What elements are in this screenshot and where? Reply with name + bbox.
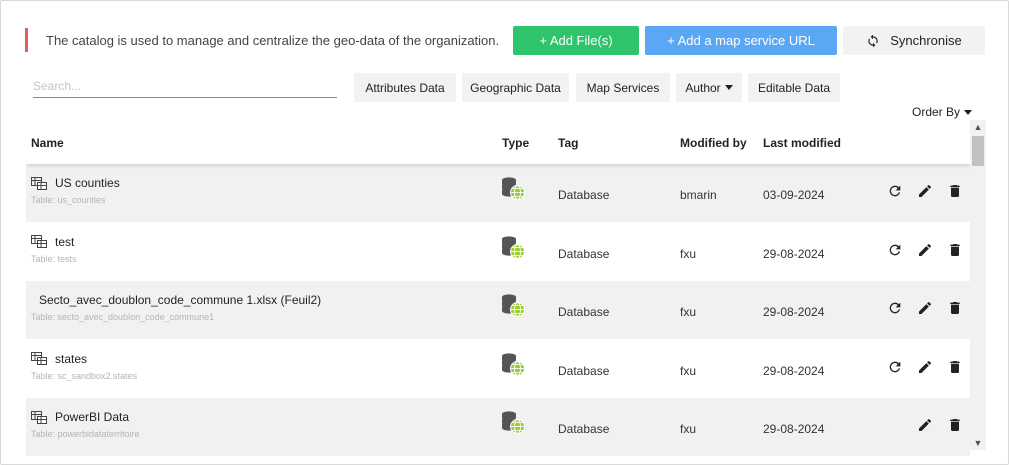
- table-row[interactable]: US counties Table: us_counties Database bma…: [26, 164, 970, 222]
- trash-icon[interactable]: [947, 359, 963, 375]
- table-icon: [31, 235, 47, 248]
- row-last-modified: 03-09-2024: [763, 188, 825, 202]
- row-name-label: test: [55, 234, 75, 249]
- row-subtitle: Table: powerbidataterritoire: [31, 429, 140, 439]
- database-globe-icon: [502, 294, 525, 317]
- row-last-modified: 29-08-2024: [763, 305, 825, 319]
- row-modified-by: fxu: [680, 363, 697, 378]
- row-last-modified: 29-08-2024: [763, 363, 825, 378]
- column-header-type[interactable]: Type: [502, 136, 529, 150]
- table-icon: [31, 176, 47, 190]
- table-icon: [31, 410, 47, 424]
- filter-author-dropdown[interactable]: Author: [676, 73, 742, 102]
- catalog-panel: The catalog is used to manage and centra…: [0, 0, 1009, 465]
- info-text: The catalog is used to manage and centra…: [46, 32, 500, 48]
- add-map-service-button[interactable]: + Add a map service URL: [645, 26, 837, 55]
- table-header: Name Type Tag Modified by Last modified: [26, 120, 970, 164]
- filter-map-services[interactable]: Map Services: [576, 73, 670, 102]
- row-name[interactable]: Secto_avec_doublon_code_commune 1.xlsx (…: [39, 293, 321, 307]
- info-accent-bar: [25, 28, 28, 52]
- column-header-name[interactable]: Name: [31, 136, 64, 150]
- order-by-dropdown[interactable]: Order By: [912, 105, 973, 119]
- scroll-up-arrow[interactable]: ▲: [970, 120, 986, 134]
- refresh-icon[interactable]: [887, 359, 903, 375]
- refresh-icon[interactable]: [887, 300, 903, 316]
- pencil-icon[interactable]: [917, 300, 933, 316]
- add-file-button[interactable]: + Add File(s): [513, 26, 639, 55]
- refresh-icon[interactable]: [887, 183, 903, 199]
- table-row[interactable]: Secto_avec_doublon_code_commune 1.xlsx (…: [26, 281, 970, 339]
- caret-down-icon: [964, 109, 973, 115]
- row-name-label: PowerBI Data: [55, 410, 130, 424]
- column-header-last-modified[interactable]: Last modified: [763, 136, 841, 150]
- database-globe-icon: [502, 177, 525, 200]
- row-subtitle: Table: tests: [31, 253, 77, 264]
- filter-author-label: Author: [685, 80, 721, 95]
- pencil-icon[interactable]: [917, 359, 933, 375]
- row-name-label: Secto_avec_doublon_code_commune 1.xlsx (…: [39, 293, 322, 307]
- synchronise-label: Synchronise: [890, 33, 962, 48]
- pencil-icon[interactable]: [917, 242, 933, 258]
- filter-geographic-data[interactable]: Geographic Data: [462, 73, 569, 102]
- row-modified-by: bmarin: [680, 188, 717, 202]
- pencil-icon[interactable]: [917, 417, 933, 433]
- row-subtitle: Table: us_counties: [31, 195, 106, 205]
- table-row[interactable]: test Table: tests Database fxu 29-08-2024: [26, 223, 970, 281]
- column-header-modified-by[interactable]: Modified by: [680, 136, 747, 150]
- scrollbar-thumb[interactable]: [972, 136, 984, 166]
- trash-icon[interactable]: [947, 417, 963, 433]
- info-banner: The catalog is used to manage and centra…: [25, 27, 499, 53]
- row-name[interactable]: states: [31, 352, 87, 366]
- trash-icon[interactable]: [947, 183, 963, 199]
- database-globe-icon: [502, 411, 525, 434]
- trash-icon[interactable]: [947, 300, 963, 316]
- table-row[interactable]: states Table: sc_sandbox2.states Database f…: [26, 340, 970, 398]
- trash-icon[interactable]: [947, 242, 963, 258]
- row-name[interactable]: test: [31, 235, 74, 249]
- row-subtitle: Table: sc_sandbox2.states: [31, 370, 138, 381]
- caret-down-icon: [724, 85, 733, 90]
- synchronise-button[interactable]: Synchronise: [843, 26, 985, 55]
- scroll-down-arrow[interactable]: ▼: [970, 436, 986, 450]
- row-last-modified: 29-08-2024: [763, 246, 825, 261]
- table-row[interactable]: PowerBI Data Table: powerbidataterritoire…: [26, 398, 970, 456]
- row-name-label: US counties: [55, 176, 120, 190]
- database-globe-icon: [502, 235, 525, 259]
- row-name-label: states: [55, 351, 88, 366]
- row-tag: Database: [558, 422, 610, 436]
- column-header-tag[interactable]: Tag: [558, 136, 578, 150]
- row-tag: Database: [558, 305, 610, 319]
- row-last-modified: 29-08-2024: [763, 422, 825, 436]
- row-modified-by: fxu: [680, 246, 697, 261]
- row-modified-by: fxu: [680, 305, 697, 319]
- row-subtitle: Table: secto_avec_doublon_code_commune1: [31, 312, 215, 322]
- refresh-icon[interactable]: [887, 242, 903, 258]
- filter-editable-data[interactable]: Editable Data: [748, 73, 840, 102]
- search-input[interactable]: [33, 74, 337, 98]
- row-tag: Database: [558, 188, 610, 202]
- order-by-label: Order By: [912, 105, 961, 119]
- filter-attributes-data[interactable]: Attributes Data: [354, 73, 456, 102]
- database-globe-icon: [502, 352, 525, 376]
- row-tag: Database: [558, 363, 610, 378]
- row-modified-by: fxu: [680, 422, 697, 436]
- sync-icon: [868, 34, 878, 47]
- row-name[interactable]: PowerBI Data: [31, 410, 129, 424]
- pencil-icon[interactable]: [917, 183, 933, 199]
- row-name[interactable]: US counties: [31, 176, 120, 190]
- row-tag: Database: [558, 246, 610, 261]
- catalog-table: Name Type Tag Modified by Last modified …: [26, 120, 970, 458]
- table-scrollbar[interactable]: ▲ ▼: [970, 120, 986, 450]
- table-icon: [31, 352, 47, 365]
